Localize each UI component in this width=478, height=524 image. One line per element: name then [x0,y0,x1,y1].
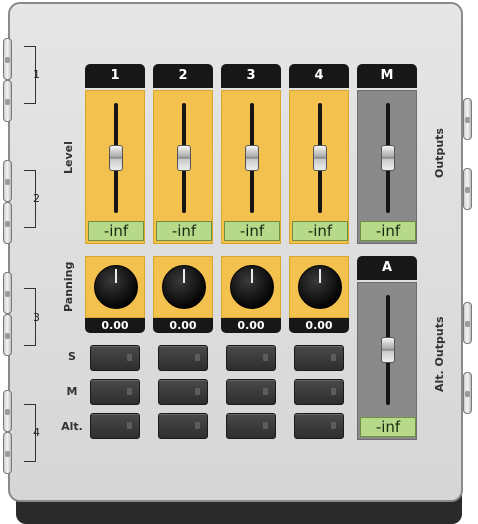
channel-2-pan-knob[interactable] [162,265,206,309]
alt-master-header: A [357,256,417,280]
channel-3-fader-handle[interactable] [245,145,259,171]
alt-output-jack-a [463,302,472,344]
channel-1-solo-button[interactable] [90,345,140,371]
channel-3-alt-button[interactable] [226,413,276,439]
channel-3-header: 3 [221,64,281,88]
input-group-label-3: 3 [33,311,40,324]
alt-outputs-section-label: Alt. Outputs [433,316,446,392]
input-jack-1a [3,38,12,80]
channel-4-solo-button[interactable] [294,345,344,371]
channel-4-level-panel: -inf [289,90,349,244]
alt-row-label: Alt. [61,420,83,433]
channel-3-level-readout: -inf [224,221,280,241]
channel-3-pan-panel [221,256,281,318]
input-jack-2a [3,160,12,202]
input-group-label-2: 2 [33,192,40,205]
alt-master-level-panel: -inf [357,282,417,440]
channel-1-pan-knob[interactable] [94,265,138,309]
channel-1-fader-handle[interactable] [109,145,123,171]
channel-1-level-panel: -inf [85,90,145,244]
alt-output-jack-b [463,372,472,414]
channel-2-header: 2 [153,64,213,88]
channel-4-header: 4 [289,64,349,88]
channel-2-pan-value: 0.00 [153,318,213,333]
input-jack-3a [3,272,12,314]
channel-2-mute-button[interactable] [158,379,208,405]
outputs-section-label: Outputs [433,128,446,178]
channel-3-level-panel: -inf [221,90,281,244]
channel-4-fader-handle[interactable] [313,145,327,171]
channel-2-alt-button[interactable] [158,413,208,439]
channel-3-pan-value: 0.00 [221,318,281,333]
alt-master-level-readout: -inf [360,417,416,437]
input-group-label-1: 1 [33,68,40,81]
channel-1-pan-value: 0.00 [85,318,145,333]
alt-master-fader-handle[interactable] [381,337,395,363]
channel-4-level-readout: -inf [292,221,348,241]
channel-4-alt-button[interactable] [294,413,344,439]
channel-1-header: 1 [85,64,145,88]
channel-4-pan-knob[interactable] [298,265,342,309]
channel-3-solo-button[interactable] [226,345,276,371]
channel-2-level-panel: -inf [153,90,213,244]
channel-4-pan-panel [289,256,349,318]
channel-1-pan-panel [85,256,145,318]
input-jack-4a [3,390,12,432]
channel-4-mute-button[interactable] [294,379,344,405]
output-jack-b [463,168,472,210]
channel-1-level-readout: -inf [88,221,144,241]
channel-1-alt-button[interactable] [90,413,140,439]
channel-1-mute-button[interactable] [90,379,140,405]
master-fader-handle[interactable] [381,145,395,171]
channel-2-solo-button[interactable] [158,345,208,371]
input-jack-2b [3,202,12,244]
input-group-label-4: 4 [33,426,40,439]
input-jack-3b [3,314,12,356]
channel-3-pan-knob[interactable] [230,265,274,309]
channel-2-pan-panel [153,256,213,318]
channel-4-pan-value: 0.00 [289,318,349,333]
mute-row-label: M [66,385,78,398]
panning-section-label: Panning [62,261,75,312]
channel-2-level-readout: -inf [156,221,212,241]
master-header: M [357,64,417,88]
master-level-readout: -inf [360,221,416,241]
master-level-panel: -inf [357,90,417,244]
solo-row-label: S [68,350,76,363]
channel-3-mute-button[interactable] [226,379,276,405]
input-jack-1b [3,80,12,122]
output-jack-a [463,98,472,140]
level-section-label: Level [62,141,75,174]
channel-2-fader-handle[interactable] [177,145,191,171]
input-jack-4b [3,432,12,474]
